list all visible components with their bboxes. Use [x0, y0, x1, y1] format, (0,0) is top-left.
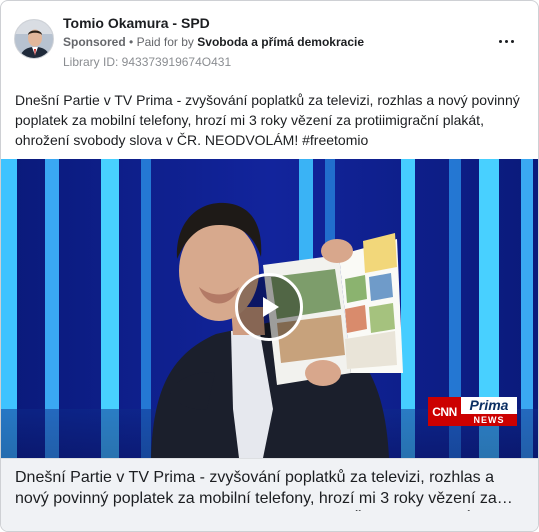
- payer-link[interactable]: Svoboda a přímá demokracie: [197, 35, 364, 49]
- post-body-text: Dnešní Partie v TV Prima - zvyšování pop…: [15, 92, 520, 148]
- page-name[interactable]: Tomio Okamura - SPD: [63, 15, 210, 31]
- cnn-logo-text: CNN: [428, 397, 461, 426]
- link-preview[interactable]: Dnešní Partie v TV Prima - zvyšování pop…: [1, 458, 538, 531]
- paid-for-by-label: Paid for by: [136, 35, 194, 49]
- channel-logo: CNN Prima NEWS: [428, 397, 517, 426]
- sponsored-label: Sponsored: [63, 35, 126, 49]
- prima-logo-text: Prima: [461, 397, 517, 414]
- play-icon: [263, 297, 279, 317]
- avatar-image: [15, 20, 53, 58]
- more-options-button[interactable]: [496, 31, 516, 51]
- library-id: Library ID: 943373919674O431: [63, 55, 232, 69]
- more-options-icon: [510, 39, 514, 43]
- play-button[interactable]: [235, 273, 303, 341]
- news-logo-text: NEWS: [461, 414, 517, 426]
- more-options-icon: [504, 39, 508, 43]
- separator: •: [129, 35, 134, 49]
- avatar[interactable]: [14, 19, 54, 59]
- post-header: Tomio Okamura - SPD Sponsored • Paid for…: [1, 1, 538, 77]
- link-preview-caption: Dnešní Partie v TV Prima - zvyšování pop…: [15, 469, 497, 507]
- sponsor-line: Sponsored • Paid for by Svoboda a přímá …: [63, 35, 364, 49]
- more-options-icon: [498, 39, 502, 43]
- ad-card: Tomio Okamura - SPD Sponsored • Paid for…: [0, 0, 539, 532]
